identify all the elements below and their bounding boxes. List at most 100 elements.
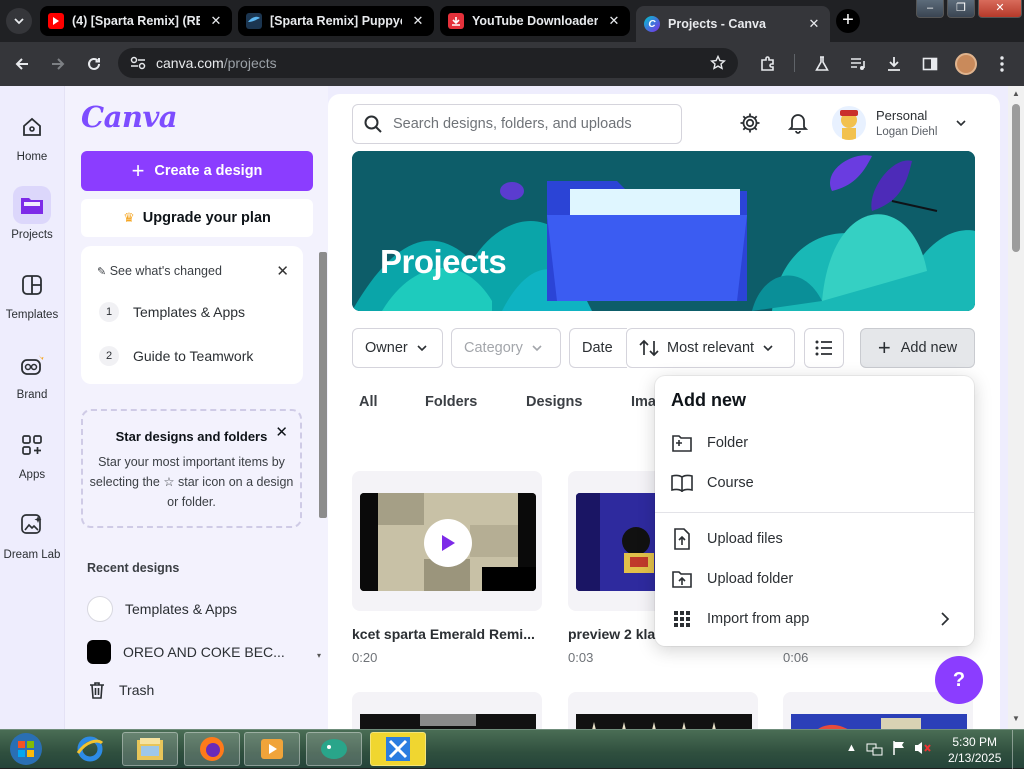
tab-search-button[interactable]: [6, 8, 32, 34]
taskbar-ie[interactable]: [62, 732, 118, 766]
video-thumbnail: [791, 714, 967, 729]
owner-filter[interactable]: Owner: [352, 328, 443, 368]
back-button[interactable]: [10, 52, 34, 76]
reload-button[interactable]: [82, 52, 106, 76]
menu-item-import-from-app[interactable]: Import from app: [655, 601, 974, 637]
show-desktop-button[interactable]: [1012, 730, 1024, 769]
scroll-down-icon[interactable]: ▾: [317, 651, 321, 660]
category-filter[interactable]: Category: [451, 328, 561, 368]
profile-button[interactable]: [954, 52, 978, 76]
menu-item-upload-folder[interactable]: Upload folder: [655, 561, 974, 597]
taskbar-explorer[interactable]: [122, 732, 178, 766]
address-bar[interactable]: canva.com/projects: [118, 48, 738, 78]
help-button[interactable]: ?: [935, 656, 983, 704]
browser-tab-youtube[interactable]: (4) [Sparta Remix] (REM ✕: [40, 6, 232, 36]
rail-item-brand[interactable]: Brand: [0, 346, 64, 401]
menu-item-upload-files[interactable]: Upload files: [655, 521, 974, 557]
system-clock[interactable]: 5:30 PM 2/13/2025: [948, 734, 1001, 766]
flag-icon[interactable]: [892, 740, 906, 756]
rail-item-templates[interactable]: Templates: [0, 266, 64, 321]
whats-changed-header[interactable]: ✎ See what's changed: [97, 264, 222, 278]
close-tab-icon[interactable]: ✕: [208, 13, 224, 29]
create-design-button[interactable]: + Create a design: [81, 151, 313, 191]
upgrade-plan-button[interactable]: ♛ Upgrade your plan: [81, 199, 313, 237]
close-tab-icon[interactable]: ✕: [410, 13, 426, 29]
windows-logo-icon: [10, 733, 42, 765]
book-icon: [671, 472, 693, 494]
tab-designs[interactable]: Designs: [526, 394, 582, 410]
close-tab-icon[interactable]: ✕: [606, 13, 622, 29]
recent-design-item[interactable]: Templates & Apps: [87, 596, 237, 622]
volume-muted-icon[interactable]: [914, 740, 932, 756]
design-card[interactable]: [352, 471, 542, 611]
search-input[interactable]: Search designs, folders, and uploads: [352, 104, 682, 144]
extensions-button[interactable]: [756, 52, 780, 76]
start-button[interactable]: [2, 732, 50, 766]
recent-design-item[interactable]: OREO AND COKE BEC...: [87, 640, 285, 664]
restore-button[interactable]: ❐: [947, 0, 975, 18]
browser-tab-canva[interactable]: C Projects - Canva ✕: [636, 6, 830, 42]
browser-menu-button[interactable]: [990, 52, 1014, 76]
bookmark-star-icon[interactable]: [710, 55, 726, 71]
design-title[interactable]: preview 2 kla: [568, 626, 655, 642]
new-tab-button[interactable]: +: [836, 9, 860, 33]
design-duration: 0:20: [352, 650, 378, 665]
changed-step-item[interactable]: 2 Guide to Teamwork: [99, 346, 253, 366]
menu-item-folder[interactable]: Folder: [655, 425, 974, 461]
design-card[interactable]: [352, 692, 542, 729]
design-title[interactable]: kcet sparta Emerald Remi...: [352, 626, 535, 642]
media-control-button[interactable]: [846, 52, 870, 76]
file-explorer-icon: [137, 738, 163, 760]
notifications-button[interactable]: [785, 110, 811, 136]
sort-dropdown[interactable]: Most relevant: [626, 328, 795, 368]
close-icon[interactable]: ✕: [275, 423, 288, 441]
downloads-button[interactable]: [882, 52, 906, 76]
tab-folders[interactable]: Folders: [425, 394, 477, 410]
menu-item-course[interactable]: Course: [655, 465, 974, 501]
trash-item[interactable]: Trash: [87, 680, 154, 700]
play-button[interactable]: [424, 519, 472, 567]
account-switcher[interactable]: Personal Logan Diehl: [832, 106, 967, 140]
scroll-down-icon[interactable]: ▼: [1012, 714, 1020, 723]
browser-tab-puppy[interactable]: [Sparta Remix] Puppycc ✕: [238, 6, 434, 36]
browser-tab-downloader[interactable]: YouTube Downloader - ✕: [440, 6, 630, 36]
rail-item-projects[interactable]: Projects: [0, 186, 64, 241]
recent-design-label: Templates & Apps: [125, 601, 238, 617]
forward-button[interactable]: [46, 52, 70, 76]
design-card[interactable]: [568, 692, 758, 729]
taskbar-media-player[interactable]: [244, 732, 300, 766]
changed-step-item[interactable]: 1 Templates & Apps: [99, 302, 245, 322]
close-icon[interactable]: ✕: [276, 262, 289, 280]
network-icon[interactable]: [866, 740, 884, 756]
tab-all[interactable]: All: [359, 394, 378, 410]
projects-banner: Projects: [352, 151, 975, 311]
side-panel-button[interactable]: [918, 52, 942, 76]
minimize-button[interactable]: –: [916, 0, 944, 18]
arrow-left-icon: [15, 58, 28, 70]
scroll-up-icon[interactable]: ▲: [1012, 89, 1020, 98]
rail-item-apps[interactable]: Apps: [0, 426, 64, 481]
add-new-button[interactable]: + Add new: [860, 328, 975, 368]
close-tab-icon[interactable]: ✕: [806, 16, 822, 32]
taskbar-chrome[interactable]: [306, 732, 362, 766]
page-scrollbar[interactable]: ▲ ▼: [1008, 86, 1024, 729]
sidepanel-scrollbar[interactable]: [319, 252, 327, 518]
settings-button[interactable]: [737, 110, 763, 136]
rail-item-dream-lab[interactable]: Dream Lab: [0, 506, 64, 561]
canva-logo[interactable]: Canva: [81, 100, 178, 134]
close-window-button[interactable]: ✕: [978, 0, 1022, 18]
tab-images[interactable]: Ima: [631, 394, 656, 410]
tray-expand-icon[interactable]: ▲: [846, 742, 857, 754]
list-view-button[interactable]: [804, 328, 844, 368]
labs-button[interactable]: [810, 52, 834, 76]
rail-item-home[interactable]: Home: [0, 108, 64, 163]
video-thumbnail: [360, 714, 536, 729]
date-filter[interactable]: Date: [569, 328, 627, 368]
taskbar-video-editor[interactable]: [370, 732, 426, 766]
taskbar-firefox[interactable]: [184, 732, 240, 766]
site-settings-icon[interactable]: [130, 56, 146, 70]
folder-plus-icon: [671, 432, 693, 454]
download-icon: [448, 13, 464, 29]
scrollbar-thumb[interactable]: [1012, 104, 1020, 252]
tab-title: (4) [Sparta Remix] (REM: [72, 14, 200, 28]
